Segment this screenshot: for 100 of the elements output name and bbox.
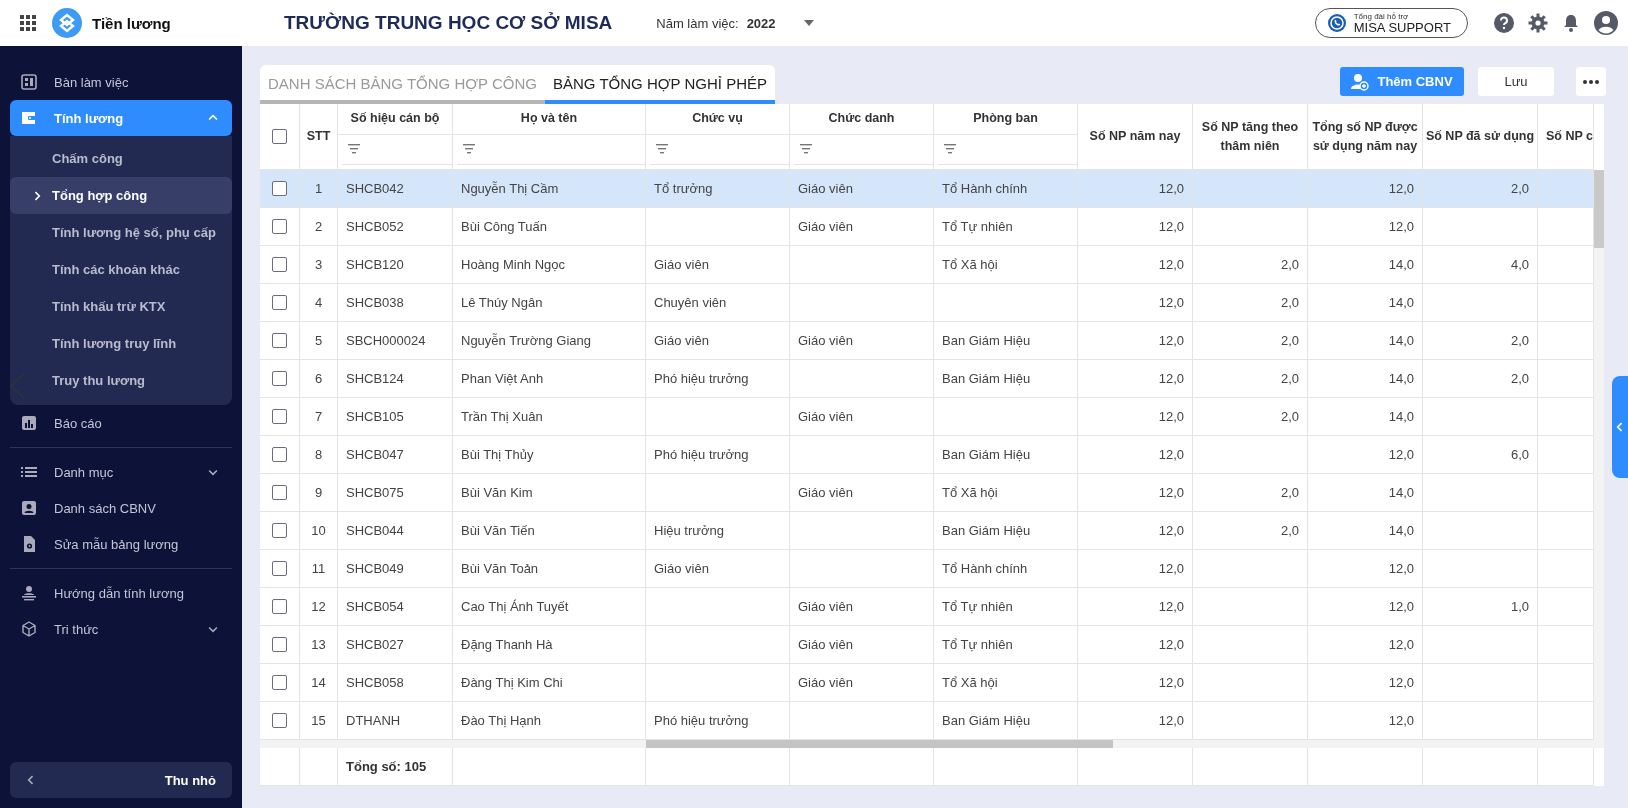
help-icon[interactable] xyxy=(1494,13,1514,33)
table-cell: 12,0 xyxy=(1158,485,1184,500)
column-header: Số hiệu cán bộ xyxy=(338,104,452,135)
save-button[interactable]: Lưu xyxy=(1478,67,1554,96)
checkbox[interactable] xyxy=(272,713,287,728)
column-header: Phòng ban xyxy=(934,104,1077,135)
add-person-icon xyxy=(1351,72,1370,91)
dropdown-caret-icon[interactable] xyxy=(803,20,814,26)
sidebar-item[interactable]: Báo cáo xyxy=(10,405,232,441)
more-button[interactable] xyxy=(1576,67,1606,96)
table-cell: 4 xyxy=(314,295,323,310)
footer-cell xyxy=(1538,748,1594,786)
table-cell: SHCB047 xyxy=(346,447,404,462)
table-cell: 2,0 xyxy=(1510,371,1529,386)
apps-grid-icon[interactable] xyxy=(20,15,36,31)
side-panel-handle[interactable] xyxy=(1612,376,1628,478)
table-cell: 12,0 xyxy=(1388,637,1414,652)
filter-icon[interactable] xyxy=(348,144,360,155)
table-cell: 6,0 xyxy=(1510,447,1529,462)
checkbox[interactable] xyxy=(272,409,287,424)
checkbox[interactable] xyxy=(272,675,287,690)
table-row[interactable]: 1 SHCB042 Nguyễn Thị Cầm Tổ trưởng Giáo viên Tổ Hành chính 12,0 12,0 2,0 xyxy=(260,170,1594,208)
filter-icon[interactable] xyxy=(800,144,812,155)
table-cell: Chuyên viên xyxy=(654,295,727,310)
year-value[interactable]: 2022 xyxy=(746,15,776,31)
checkbox[interactable] xyxy=(272,447,287,462)
table-cell: Giáo viên xyxy=(798,485,853,500)
table-cell: Ban Giám Hiệu xyxy=(942,371,1031,386)
checkbox[interactable] xyxy=(272,219,287,234)
table-row[interactable]: 4 SHCB038 Lê Thúy Ngân Chuyên viên 12,0 2,0 14,0 xyxy=(260,284,1594,322)
checkbox[interactable] xyxy=(272,561,287,576)
checkbox[interactable] xyxy=(272,523,287,538)
filter-icon[interactable] xyxy=(463,144,475,155)
table-cell: 15 xyxy=(311,713,326,728)
sidebar-item[interactable]: Danh mục xyxy=(10,454,232,490)
filter-icon[interactable] xyxy=(656,144,668,155)
table-row[interactable]: 3 SHCB120 Hoàng Minh Ngọc Giáo viên Tổ Xã hội 12,0 2,0 14,0 4,0 xyxy=(260,246,1594,284)
checkbox[interactable] xyxy=(272,181,287,196)
table-cell: 12,0 xyxy=(1158,371,1184,386)
table-row[interactable]: 9 SHCB075 Bùi Văn Kim Giáo viên Tổ Xã hội 12,0 2,0 14,0 xyxy=(260,474,1594,512)
table-cell: SHCB058 xyxy=(346,675,404,690)
checkbox[interactable] xyxy=(272,333,287,348)
table-cell: 3 xyxy=(314,257,323,272)
table-cell: 12,0 xyxy=(1388,447,1414,462)
table-row[interactable]: 6 SHCB124 Phan Việt Anh Phó hiệu trưởng Ban Giám Hiệu 12,0 2,0 14,0 2,0 xyxy=(260,360,1594,398)
table-cell: Hoàng Minh Ngọc xyxy=(461,257,566,272)
table-cell: 12,0 xyxy=(1158,219,1184,234)
table-row[interactable]: 14 SHCB058 Đàng Thị Kim Chi Giáo viên Tổ Xã hội 12,0 12,0 xyxy=(260,664,1594,702)
sidebar-item[interactable]: Hướng dẫn tính lương xyxy=(10,575,232,611)
table-cell: Tổ Xã hội xyxy=(942,257,998,272)
table-cell: 2,0 xyxy=(1280,409,1299,424)
table-cell: Tổ Hành chính xyxy=(942,561,1028,576)
table-cell: Tổ Xã hội xyxy=(942,675,998,690)
table-cell: 12,0 xyxy=(1388,181,1414,196)
submenu-item[interactable]: Tính lương hệ số, phụ cấp xyxy=(10,214,232,251)
table-cell: Lê Thúy Ngân xyxy=(461,295,543,310)
checkbox[interactable] xyxy=(272,257,287,272)
checkbox[interactable] xyxy=(272,129,287,144)
support-button[interactable]: Tổng đài hỗ trợ MISA SUPPORT xyxy=(1314,8,1468,38)
checkbox[interactable] xyxy=(272,371,287,386)
checkbox[interactable] xyxy=(272,599,287,614)
table-row[interactable]: 5 SBCH000024 Nguyễn Trường Giang Giáo viên Giáo viên Ban Giám Hiệu 12,0 2,0 14,0 2,0 xyxy=(260,322,1594,360)
sidebar-item[interactable]: Bàn làm việc xyxy=(10,64,232,100)
table-cell: SHCB124 xyxy=(346,371,404,386)
contact-card-icon xyxy=(20,499,38,517)
table-row[interactable]: 2 SHCB052 Bùi Công Tuấn Giáo viên Tổ Tự nhiên 12,0 12,0 xyxy=(260,208,1594,246)
table-cell: Giáo viên xyxy=(798,637,853,652)
table-row[interactable]: 10 SHCB044 Bùi Văn Tiến Hiệu trưởng Ban Giám Hiệu 12,0 2,0 14,0 xyxy=(260,512,1594,550)
sidebar-item[interactable]: Danh sách CBNV xyxy=(10,490,232,526)
app-logo-icon xyxy=(52,8,82,38)
user-avatar-icon[interactable] xyxy=(1594,11,1618,35)
table-cell: 14,0 xyxy=(1388,409,1414,424)
collapse-sidebar-button[interactable]: Thu nhỏ xyxy=(10,762,232,798)
settings-icon[interactable] xyxy=(1528,13,1548,33)
table-row[interactable]: 12 SHCB054 Cao Thị Ánh Tuyết Giáo viên Tổ Tự nhiên 12,0 12,0 1,0 xyxy=(260,588,1594,626)
sidebar-item[interactable]: Sửa mẫu bảng lương xyxy=(10,526,232,562)
filter-icon[interactable] xyxy=(944,144,956,155)
table-row[interactable]: 13 SHCB027 Đặng Thanh Hà Giáo viên Tổ Tự nhiên 12,0 12,0 xyxy=(260,626,1594,664)
table-cell: Đào Thị Hạnh xyxy=(461,713,541,728)
table-cell: 10 xyxy=(311,523,326,538)
footer-cell xyxy=(300,748,338,786)
checkbox[interactable] xyxy=(272,485,287,500)
table-cell: 11 xyxy=(311,561,326,576)
submenu-item[interactable]: Chấm công xyxy=(10,140,232,177)
table-cell: Phó hiệu trưởng xyxy=(654,713,749,728)
checkbox[interactable] xyxy=(272,637,287,652)
table-row[interactable]: 8 SHCB047 Bùi Thị Thủy Phó hiệu trưởng Ban Giám Hiệu 12,0 12,0 6,0 xyxy=(260,436,1594,474)
table-cell: SBCH000024 xyxy=(346,333,426,348)
submenu-item[interactable]: Tính các khoản khác xyxy=(10,251,232,288)
submenu-item[interactable]: Tính khấu trừ KTX xyxy=(10,288,232,325)
table-row[interactable]: 7 SHCB105 Trần Thị Xuân Giáo viên 12,0 2,0 14,0 xyxy=(260,398,1594,436)
checkbox[interactable] xyxy=(272,295,287,310)
table-cell: Tổ trưởng xyxy=(654,181,713,196)
notification-bell-icon[interactable] xyxy=(1562,13,1580,33)
sidebar-item[interactable]: Tri thức xyxy=(10,611,232,647)
table-cell: 12,0 xyxy=(1388,219,1414,234)
table-row[interactable]: 11 SHCB049 Bùi Văn Toản Giáo viên Tổ Hành chính 12,0 12,0 xyxy=(260,550,1594,588)
submenu-item[interactable]: Truy thu lương xyxy=(10,362,232,399)
submenu-item[interactable]: Tính lương truy lĩnh xyxy=(10,325,232,362)
submenu-item[interactable]: Tổng hợp công xyxy=(10,177,232,214)
